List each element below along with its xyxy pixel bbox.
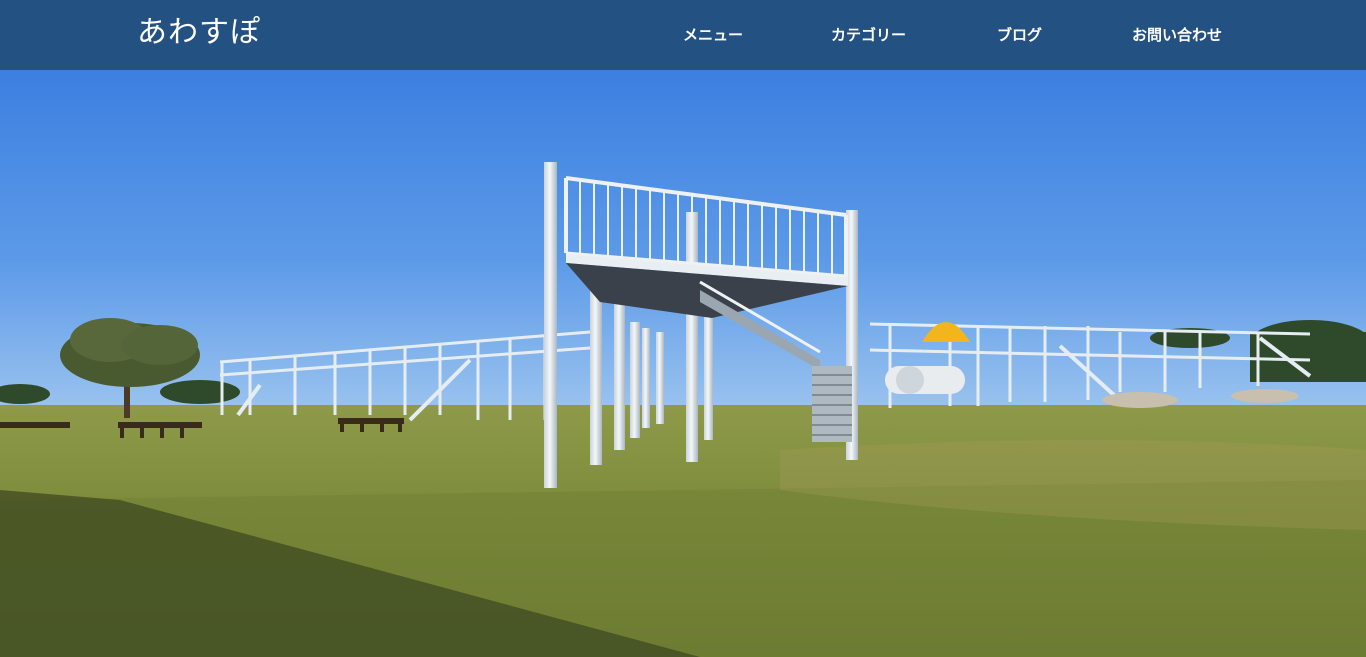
- site-header: あわすぽ メニュー カテゴリー ブログ お問い合わせ: [0, 0, 1366, 70]
- tube-slide: [885, 366, 965, 394]
- hero-photo: [0, 70, 1366, 657]
- site-logo[interactable]: あわすぽ: [137, 13, 261, 53]
- nav-item-category[interactable]: カテゴリー: [831, 24, 906, 46]
- nav-item-contact[interactable]: お問い合わせ: [1132, 24, 1222, 46]
- nav-item-blog[interactable]: ブログ: [997, 24, 1042, 46]
- nav-item-menu[interactable]: メニュー: [683, 24, 743, 46]
- hero-section: [0, 70, 1366, 657]
- sky: [0, 70, 1366, 415]
